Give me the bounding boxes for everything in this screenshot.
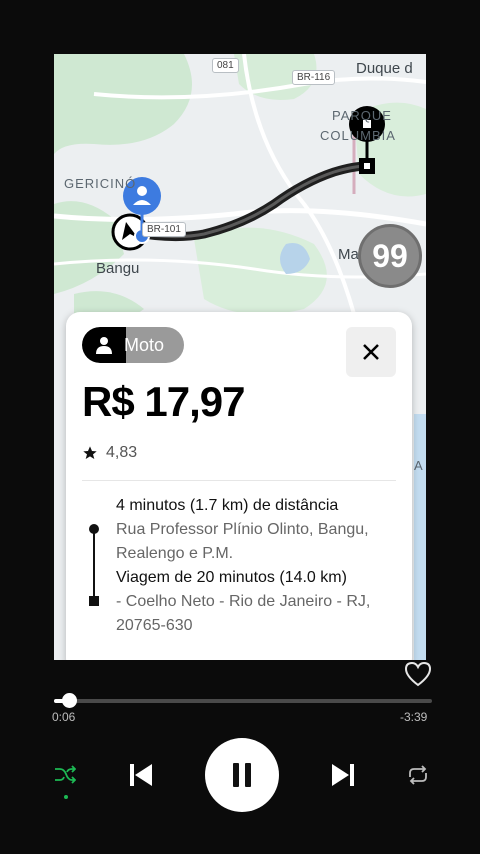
elapsed-time: 0:06 (52, 710, 76, 724)
map-label-bangu: Bangu (96, 260, 140, 277)
map-label-marechal: Ma (338, 246, 359, 263)
app-99-badge: 99 (358, 224, 422, 288)
pause-icon (233, 763, 251, 787)
close-button[interactable] (346, 327, 396, 377)
road-shield-br101: BR-101 (142, 222, 186, 237)
rating-value: 4,83 (106, 444, 138, 461)
map-label-parque: PARQUE (332, 108, 392, 123)
map-label-side: A (414, 458, 424, 473)
skip-previous-icon (130, 764, 152, 786)
map-label-gericino: GERICINÓ (64, 176, 137, 191)
star-icon (83, 446, 97, 459)
pause-button[interactable] (205, 738, 279, 812)
map-label-columbia: COLUMBIA (320, 128, 396, 143)
map-label-duque: Duque d (356, 60, 413, 77)
ride-price: R$ 17,97 (82, 378, 245, 425)
route-details: 4 minutos (1.7 km) de distância Rua Prof… (116, 494, 406, 638)
person-icon (82, 327, 126, 363)
ride-type-pill: Moto (82, 327, 184, 363)
road-shield-br116: BR-116 (292, 70, 336, 85)
dropoff-address: - Coelho Neto - Rio de Janeiro - RJ, 207… (116, 593, 371, 634)
previous-button[interactable] (124, 758, 158, 792)
next-button[interactable] (326, 758, 360, 792)
close-icon (363, 344, 379, 360)
shuffle-icon (55, 765, 76, 784)
progress-handle[interactable] (62, 693, 77, 708)
shuffle-button[interactable] (50, 760, 80, 790)
repeat-button[interactable] (403, 760, 433, 790)
like-button[interactable] (402, 658, 434, 690)
road-shield-081: 081 (212, 58, 239, 73)
divider (82, 480, 396, 481)
rating: 4,83 (82, 444, 137, 462)
pickup-eta: 4 minutos (1.7 km) de distância (116, 497, 339, 514)
ride-offer-card: Moto R$ 17,97 4,83 4 minutos (1.7 km) de… (66, 312, 412, 660)
route-timeline-icon (89, 524, 99, 606)
heart-icon (404, 661, 432, 687)
shuffle-active-dot (64, 795, 68, 799)
progress-track[interactable] (54, 699, 432, 703)
pickup-address: Rua Professor Plínio Olinto, Bangu, Real… (116, 521, 369, 562)
trip-duration: Viagem de 20 minutos (14.0 km) (116, 569, 347, 586)
skip-next-icon (332, 764, 354, 786)
ride-type-label: Moto (124, 334, 165, 355)
repeat-icon (409, 765, 427, 785)
remaining-time: -3:39 (400, 710, 428, 724)
video-frame: 081 BR-116 BR-101 Duque d PARQUE COLUMBI… (54, 54, 426, 660)
